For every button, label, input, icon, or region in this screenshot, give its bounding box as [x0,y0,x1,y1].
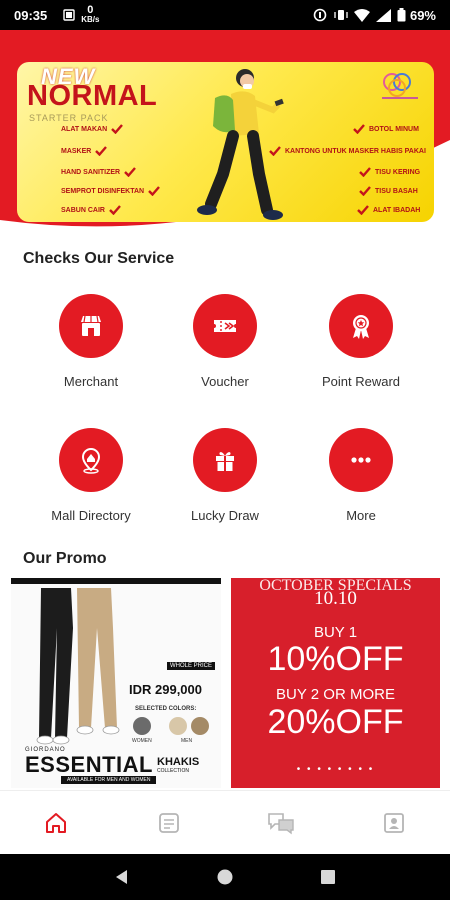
banner-item-right: ALAT IBADAH [357,205,420,215]
tab-home[interactable] [26,798,86,848]
check-icon [95,146,108,156]
service-lucky-draw-circle[interactable] [193,428,257,492]
banner-subheadline: STARTER PACK [29,113,109,123]
profile-icon [383,812,404,833]
service-label: Mall Directory [51,508,131,523]
tab-profile[interactable] [364,798,424,848]
promo-headline-2: KHAKIS [157,756,200,768]
promo-card-october[interactable]: OCTOBER SPECIALS 10.10 BUY 1 10%OFF BUY … [231,578,440,788]
promo-date: 10.10 [314,588,357,609]
signal-icon [375,8,391,22]
gift-icon [216,452,234,471]
data-rate-unit: KB/s [81,15,100,24]
data-saver-icon [312,8,328,22]
banner-item-left: MASKER [61,146,108,156]
data-rate-value: 0 [87,4,94,16]
service-lucky-draw[interactable]: Lucky Draw [165,428,285,523]
check-icon [124,167,137,177]
promo-collection: COLLECTION [157,768,189,774]
status-bar: 09:35 0 KB/s 69% [0,0,450,30]
check-icon [148,186,161,196]
service-label: More [346,508,376,523]
data-rate: 0 KB/s [81,4,100,25]
check-icon [359,167,371,177]
tab-documents[interactable] [139,798,199,848]
check-icon [359,186,371,196]
system-nav-bar [0,854,450,900]
wifi-icon [353,8,370,22]
more-dots-icon [351,457,371,463]
banner-item-right: TISU KERING [359,167,420,177]
promo-availability: AVAILABLE FOR MEN AND WOMEN [61,776,157,784]
notification-icon [63,9,75,21]
tab-chat[interactable] [251,798,311,848]
color-label-men: MEN [181,738,193,744]
walking-man-illustration [197,69,284,220]
promo-price: IDR 299,000 [129,682,202,697]
document-icon [158,812,179,833]
store-icon [81,315,101,336]
mall-logo [382,73,418,99]
color-swatch [169,717,187,735]
banner-item-left: HAND SANITIZER [61,167,137,177]
promo-card-khakis[interactable]: WHOLE PRICE IDR 299,000 SELECTED COLORS:… [11,578,221,788]
service-merchant-circle[interactable] [59,294,123,358]
map-pin-icon [81,447,101,474]
promo-offer-1-value: 10%OFF [267,640,404,678]
home-icon [46,812,67,833]
promo-offer-1-label: BUY 1 [313,624,358,641]
chat-icon [268,812,294,834]
color-swatch [133,717,151,735]
whole-price-tag: WHOLE PRICE [167,662,216,670]
service-more-circle[interactable] [329,428,393,492]
banner-item-right: BOTOL MINUM [353,124,419,134]
service-point-reward[interactable]: Point Reward [301,294,421,389]
color-label-women: WOMEN [132,738,152,744]
award-ribbon-icon [353,315,369,339]
bottom-nav [0,790,450,854]
status-time: 09:35 [14,7,48,23]
service-voucher-circle[interactable] [193,294,257,358]
promo-offer-2-value: 20%OFF [267,703,404,741]
selected-colors-label: SELECTED COLORS: [135,706,197,712]
service-label: Merchant [63,374,119,389]
check-icon [357,205,369,215]
service-mall-directory-circle[interactable] [59,428,123,492]
promo-pager-dots: • • • • • • • • [296,764,375,775]
service-point-reward-circle[interactable] [329,294,393,358]
service-more[interactable]: More [301,428,421,523]
pants-model-image [36,588,120,745]
check-icon [353,124,365,134]
promo-title: Our Promo [23,550,107,567]
vibrate-icon [334,8,348,22]
check-icon [111,124,124,134]
promo-offer-2-label: BUY 2 OR MORE [276,686,395,703]
service-merchant[interactable]: Merchant [31,294,151,389]
service-label: Lucky Draw [191,508,259,523]
services-title: Checks Our Service [23,250,175,267]
battery-percent: 69% [409,7,436,23]
back-icon[interactable] [113,868,131,886]
banner-item-left: SABUN CAIR [61,205,121,215]
service-voucher[interactable]: Voucher [165,294,285,389]
banner-item-left: ALAT MAKAN [61,124,124,134]
recents-icon[interactable] [319,868,337,886]
service-label: Voucher [201,374,249,389]
banner-item-left: SEMPROT DISINFEKTAN [61,186,161,196]
promo-headline: ESSENTIAL [25,752,153,777]
service-mall-directory[interactable]: Mall Directory [31,428,151,523]
battery-icon [397,8,406,22]
banner-headline: NORMAL [27,80,158,112]
ticket-icon [214,320,236,332]
new-normal-banner[interactable]: NEW NORMAL STARTER PACK ALAT MAKAN MASKE… [17,62,434,222]
home-button-icon[interactable] [216,868,234,886]
banner-item-right: TISU BASAH [359,186,418,196]
service-label: Point Reward [321,374,401,389]
color-swatch [191,717,209,735]
check-icon [109,205,121,215]
